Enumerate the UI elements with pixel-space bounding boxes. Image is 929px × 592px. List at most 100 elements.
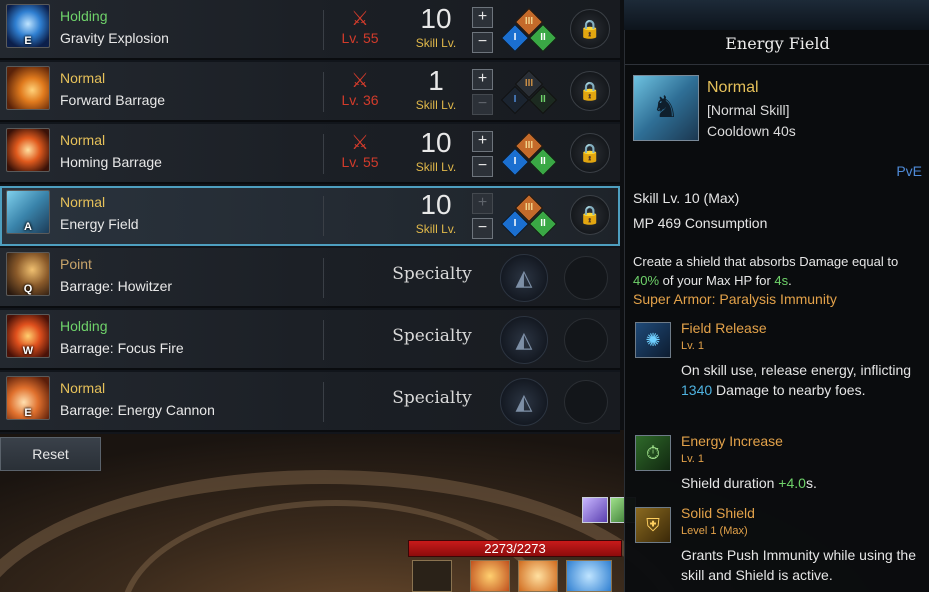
barrage-focus-fire-icon: W [6,314,50,358]
skill-name-label: Forward Barrage [60,92,166,108]
super-armor-label: Super Armor: Paralysis Immunity [633,291,837,307]
tripod-tier-2-icon[interactable]: II [528,209,558,239]
level-down-button[interactable]: − [472,94,493,115]
skill-level-label: Skill Lv. [415,98,457,112]
tooltip-description: Create a shield that absorbs Damage equa… [633,254,899,288]
skill-type-label: Normal [60,132,106,148]
lock-icon[interactable]: 🔒 [570,71,610,111]
required-level: Lv. 55 [341,154,379,170]
skill-row-homing-barrage[interactable]: Normal Homing Barrage ⚔ Lv. 55 10 Skill … [0,124,620,184]
skill-level-label: Skill Lv. [415,222,457,236]
level-up-button[interactable]: + [472,69,493,90]
tripod-level: Level 1 (Max) [681,525,748,537]
skill-row-barrage-howitzer[interactable]: Q Point Barrage: Howitzer Specialty ◭ [0,248,620,308]
divider [625,64,929,65]
skill-name-label: Barrage: Howitzer [60,278,173,294]
hotbar-slot[interactable] [566,560,612,592]
tripod-name: Field Release [681,320,767,336]
empty-slot-circle [564,256,608,300]
required-level: Lv. 36 [341,92,379,108]
crossed-swords-icon: ⚔ [351,70,369,92]
skill-level-label: Skill Lv. [415,36,457,50]
tripod-name: Solid Shield [681,505,755,521]
lock-icon[interactable]: 🔒 [570,133,610,173]
tripod-selector[interactable]: III I II [498,68,560,116]
skill-name-label: Energy Field [60,216,139,232]
specialty-label: Specialty [392,264,472,284]
barrage-energy-cannon-icon: E [6,376,50,420]
skill-row-barrage-energy-cannon[interactable]: E Normal Barrage: Energy Cannon Specialt… [0,372,620,432]
crossed-swords-icon: ⚔ [351,8,369,30]
pve-tag: PvE [896,163,922,179]
skill-row-forward-barrage[interactable]: Normal Forward Barrage ⚔ Lv. 36 1 Skill … [0,62,620,122]
level-down-button[interactable]: − [472,218,493,239]
reset-button[interactable]: Reset [0,437,101,471]
skill-level: 10 Skill Lv. [406,190,466,238]
skill-row-gravity-explosion[interactable]: E Holding Gravity Explosion ⚔ Lv. 55 10 … [0,0,620,60]
tripod-tier-2-icon[interactable]: II [528,23,558,53]
row-divider [323,196,324,236]
hotbar-slot[interactable] [470,560,510,592]
hotkey-label: E [24,35,32,47]
skill-name-label: Gravity Explosion [60,30,169,46]
level-up-button[interactable]: + [472,193,493,214]
skill-level: 10 Skill Lv. [406,4,466,52]
specialty-label: Specialty [392,388,472,408]
top-right-hud-strip [624,0,929,30]
tripod-level: Lv. 1 [681,340,705,352]
hotkey-label: E [24,407,32,419]
skill-row-barrage-focus-fire[interactable]: W Holding Barrage: Focus Fire Specialty … [0,310,620,370]
row-divider [323,320,324,360]
wolf-silhouette-icon: ♞ [652,91,679,124]
skill-name-label: Homing Barrage [60,154,162,170]
specialty-emblem-icon: ◭ [500,378,548,426]
forward-barrage-icon [6,66,50,110]
level-requirement: ⚔ Lv. 55 [330,132,390,176]
hotbar-slot[interactable] [412,560,452,592]
level-up-button[interactable]: + [472,131,493,152]
tooltip-skill-type: Normal [707,79,759,96]
required-level: Lv. 55 [341,30,379,46]
level-up-button[interactable]: + [472,7,493,28]
tripod-tier-2-icon[interactable]: II [528,147,558,177]
tripod-selector[interactable]: III I II [498,130,560,178]
tripod-name: Energy Increase [681,433,783,449]
skill-type-label: Holding [60,318,108,334]
skill-type-label: Normal [60,380,106,396]
buff-icon [582,497,608,523]
hotbar-slot[interactable] [518,560,558,592]
skill-type-label: Normal [60,194,106,210]
level-down-button[interactable]: − [472,32,493,53]
specialty-emblem-icon: ◭ [500,316,548,364]
barrage-howitzer-icon: Q [6,252,50,296]
tripod-tier-2-icon[interactable]: II [528,85,558,115]
row-divider [323,72,324,112]
row-divider [323,382,324,422]
row-divider [323,258,324,298]
tripod-selector[interactable]: III I II [498,192,560,240]
tripod-level: Lv. 1 [681,453,705,465]
tripod-description: Shield duration +4.0s. [681,475,817,491]
hp-bar: 2273/2273 [408,540,622,557]
empty-slot-circle [564,380,608,424]
skill-tooltip: Energy Field ♞ Normal [Normal Skill] Coo… [624,30,929,592]
level-down-button[interactable]: − [472,156,493,177]
skill-level-label: Skill Lv. [415,160,457,174]
skill-type-label: Holding [60,8,108,24]
tripod-selector[interactable]: III I II [498,6,560,54]
energy-increase-icon: ⏱ [635,435,671,471]
solid-shield-icon: ⛨ [635,507,671,543]
empty-slot-circle [564,318,608,362]
row-divider [323,10,324,50]
tooltip-skill-kind: [Normal Skill] [707,102,790,118]
tooltip-mp-cost: MP 469 Consumption [633,215,768,231]
hotkey-label: A [24,221,32,233]
energy-field-icon: A [6,190,50,234]
skill-row-energy-field[interactable]: A Normal Energy Field 10 Skill Lv. + − I… [0,186,620,246]
level-requirement: ⚔ Lv. 55 [330,8,390,52]
lock-icon[interactable]: 🔒 [570,9,610,49]
hotkey-label: W [22,345,34,357]
homing-barrage-icon [6,128,50,172]
lock-icon[interactable]: 🔒 [570,195,610,235]
tripod-description: Grants Push Immunity while using the ski… [681,547,916,583]
